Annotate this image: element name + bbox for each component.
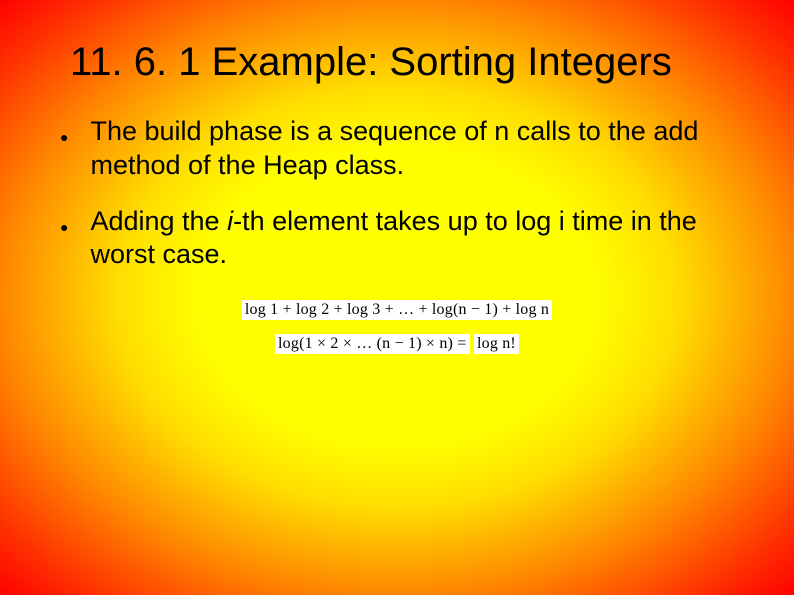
text-fragment: The build phase is a sequence of n calls… (90, 116, 698, 180)
content-area: ● The build phase is a sequence of n cal… (60, 115, 734, 354)
list-item: ● The build phase is a sequence of n cal… (60, 115, 734, 183)
formula-line-2-left: log(1 × 2 × … (n − 1) × n) = (275, 334, 469, 354)
formula-line-1: log 1 + log 2 + log 3 + … + log(n − 1) +… (242, 300, 552, 320)
bullet-text: Adding the i-th element takes up to log … (90, 205, 734, 273)
bullet-icon: ● (60, 211, 68, 243)
text-fragment: Adding the (90, 206, 227, 236)
bullet-text: The build phase is a sequence of n calls… (90, 115, 734, 183)
formula-row: log(1 × 2 × … (n − 1) × n) = log n! (60, 334, 734, 354)
slide: 11. 6. 1 Example: Sorting Integers ● The… (0, 0, 794, 595)
bullet-icon: ● (60, 121, 68, 153)
list-item: ● Adding the i-th element takes up to lo… (60, 205, 734, 273)
formula-line-2-right: log n! (474, 334, 519, 354)
formula-block: log 1 + log 2 + log 3 + … + log(n − 1) +… (60, 300, 734, 354)
formula-row: log 1 + log 2 + log 3 + … + log(n − 1) +… (60, 300, 734, 320)
slide-title: 11. 6. 1 Example: Sorting Integers (70, 40, 734, 85)
